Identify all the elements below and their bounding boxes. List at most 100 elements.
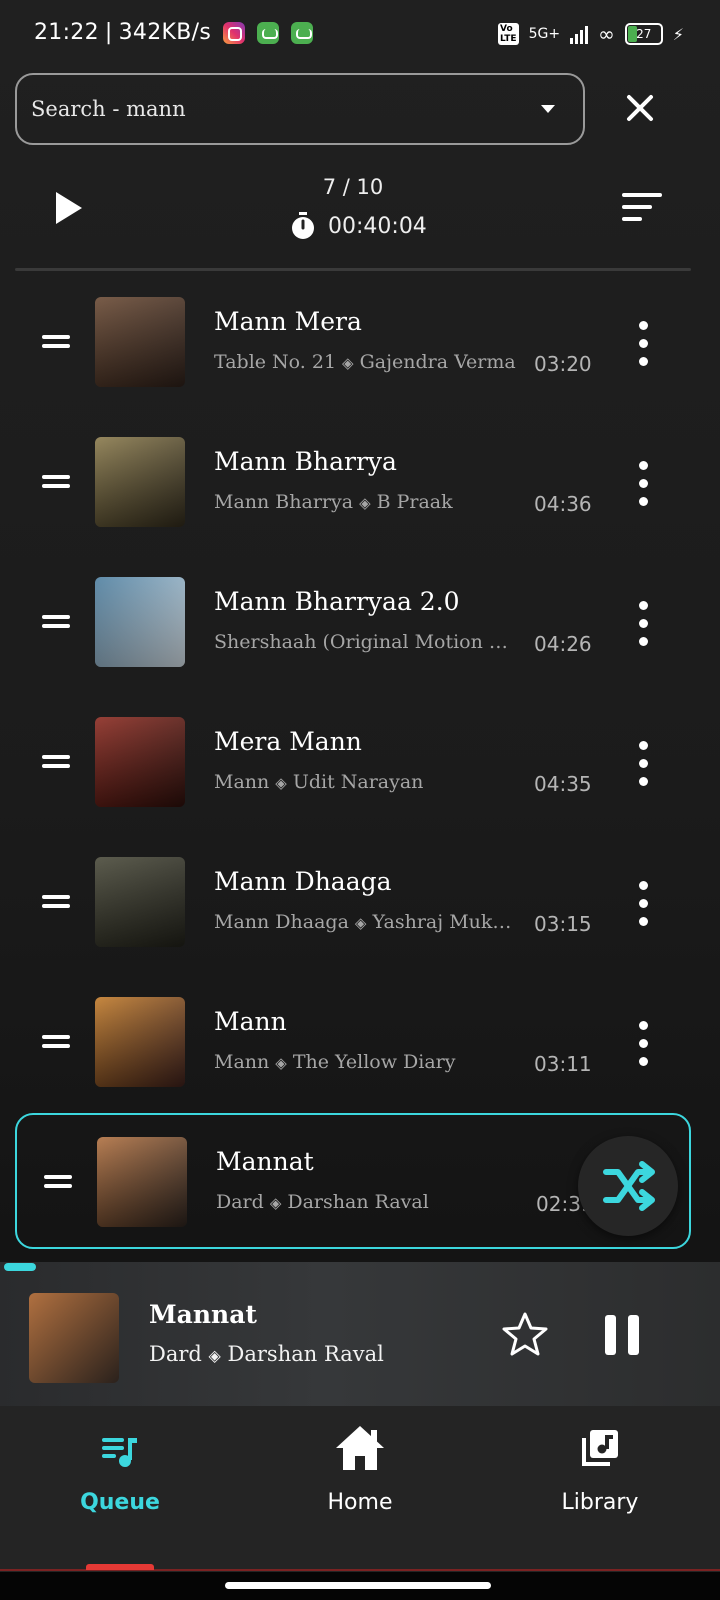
song-artist: Darshan Raval	[287, 1191, 429, 1213]
song-row[interactable]: Mann Bharrya Mann Bharrya ◈ B Praak 04:36	[15, 413, 691, 549]
queue-duration: 00:40:04	[290, 212, 427, 240]
pause-icon[interactable]	[605, 1315, 641, 1355]
more-options-icon[interactable]	[637, 461, 651, 507]
song-row[interactable]: Mann Bharryaa 2.0 Shershaah (Original Mot…	[15, 553, 691, 689]
shuffle-icon	[603, 1161, 655, 1211]
network-type: 5G+	[528, 26, 561, 42]
playback-progress[interactable]	[4, 1263, 36, 1271]
album-artwork	[97, 1137, 187, 1227]
album-artwork	[95, 437, 185, 527]
more-options-icon[interactable]	[637, 881, 651, 927]
more-options-icon[interactable]	[637, 321, 651, 367]
separator: ◈	[208, 1346, 221, 1365]
more-options-icon[interactable]	[637, 741, 651, 787]
song-artist: The Yellow Diary	[292, 1051, 456, 1073]
song-subtitle: Mann Bharrya ◈ B Praak	[214, 491, 453, 513]
song-duration: 03:15	[534, 912, 592, 936]
separator: ◈	[275, 1054, 287, 1072]
link-icon: ∞	[598, 22, 615, 46]
song-title: Mann Bharrya	[214, 447, 397, 476]
song-row[interactable]: Mann Mann ◈ The Yellow Diary 03:11	[15, 973, 691, 1109]
song-subtitle: Mann ◈ The Yellow Diary	[214, 1051, 456, 1073]
queue-position: 7 / 10	[322, 175, 384, 199]
song-artist: Udit Narayan	[292, 771, 424, 793]
status-left: 21:22 | 342KB/s	[34, 20, 314, 45]
song-album: Mann	[214, 1051, 270, 1073]
song-row[interactable]: Mera Mann Mann ◈ Udit Narayan 04:35	[15, 693, 691, 829]
song-title: Mann Dhaaga	[214, 867, 392, 896]
song-duration: 04:26	[534, 632, 592, 656]
song-artist: Gajendra Verma	[359, 351, 516, 373]
sort-icon[interactable]	[620, 190, 664, 224]
song-album: Shershaah (Original Motion Picture Sound…	[214, 631, 519, 653]
nav-label-home: Home	[327, 1490, 393, 1515]
nav-label-queue: Queue	[80, 1490, 160, 1515]
divider	[15, 268, 691, 271]
song-subtitle: Mann Dhaaga ◈ Yashraj Mukhate	[214, 911, 519, 933]
status-right: Vo LTE 5G+ ∞ 27 ⚡	[498, 22, 684, 46]
now-playing-title: Mannat	[149, 1300, 257, 1329]
search-field[interactable]: Search - mann	[15, 73, 585, 145]
signal-icon	[570, 24, 589, 44]
more-options-icon[interactable]	[637, 1021, 651, 1067]
total-duration: 00:40:04	[328, 213, 427, 239]
timer-icon	[292, 212, 314, 239]
separator: ◈	[359, 494, 371, 512]
song-album: Dard	[216, 1191, 264, 1213]
song-duration: 03:11	[534, 1052, 592, 1076]
song-album: Mann	[214, 771, 270, 793]
song-row[interactable]: Mann Mera Table No. 21 ◈ Gajendra Verma 03:2…	[15, 273, 691, 409]
shuffle-button[interactable]	[578, 1136, 678, 1236]
now-playing-subtitle: Dard ◈ Darshan Raval	[149, 1342, 384, 1366]
home-icon	[336, 1426, 384, 1470]
search-input[interactable]: Search - mann	[31, 97, 186, 121]
song-artist: B Praak	[376, 491, 453, 513]
separator: ◈	[354, 914, 367, 932]
now-playing-artist: Darshan Raval	[227, 1342, 384, 1366]
status-speed: 342KB/s	[118, 20, 212, 45]
battery-icon: 27	[624, 23, 663, 45]
app-notification-icon	[291, 21, 314, 44]
charging-icon: ⚡	[672, 24, 684, 44]
battery-level: 27	[636, 27, 652, 41]
song-title: Mann Mera	[214, 307, 362, 336]
close-icon[interactable]	[620, 88, 660, 128]
song-row[interactable]: Mann Dhaaga Mann Dhaaga ◈ Yashraj Mukhate 03…	[15, 833, 691, 969]
song-title: Mera Mann	[214, 727, 362, 756]
song-subtitle: Shershaah (Original Motion Picture Sound…	[214, 631, 519, 653]
status-time: 21:22	[34, 20, 99, 45]
album-artwork	[95, 997, 185, 1087]
dropdown-icon[interactable]	[541, 105, 555, 113]
song-title: Mann	[214, 1007, 287, 1036]
nav-queue[interactable]: Queue	[0, 1406, 240, 1572]
album-artwork	[95, 577, 185, 667]
song-title: Mann Bharryaa 2.0	[214, 587, 460, 616]
nav-home[interactable]: Home	[240, 1406, 480, 1572]
nav-library[interactable]: Library	[480, 1406, 720, 1572]
album-artwork	[95, 297, 185, 387]
album-artwork	[95, 717, 185, 807]
app-notification-icon	[257, 21, 280, 44]
queue-music-icon	[102, 1438, 137, 1467]
now-playing-artwork	[29, 1293, 119, 1383]
song-subtitle: Table No. 21 ◈ Gajendra Verma	[214, 351, 516, 373]
home-indicator[interactable]	[225, 1582, 491, 1589]
system-nav-bar	[0, 1572, 720, 1600]
status-bar: 21:22 | 342KB/s Vo LTE 5G+ ∞ 27 ⚡	[0, 0, 720, 70]
mini-player[interactable]: Mannat Dard ◈ Darshan Raval	[0, 1262, 720, 1406]
song-subtitle: Dard ◈ Darshan Raval	[216, 1191, 429, 1213]
more-options-icon[interactable]	[637, 601, 651, 647]
song-duration: 04:36	[534, 492, 592, 516]
nav-label-library: Library	[561, 1490, 639, 1515]
song-artist: Yashraj Mukhate	[372, 911, 519, 933]
instagram-notification-icon	[223, 21, 246, 44]
volte-icon: Vo LTE	[498, 23, 519, 45]
song-subtitle: Mann ◈ Udit Narayan	[214, 771, 423, 793]
separator: ◈	[269, 1194, 282, 1212]
library-music-icon	[582, 1430, 618, 1466]
song-duration: 04:35	[534, 772, 592, 796]
song-title: Mannat	[216, 1147, 314, 1176]
star-icon[interactable]	[500, 1310, 550, 1360]
song-duration: 03:20	[534, 352, 592, 376]
separator: ◈	[275, 774, 287, 792]
